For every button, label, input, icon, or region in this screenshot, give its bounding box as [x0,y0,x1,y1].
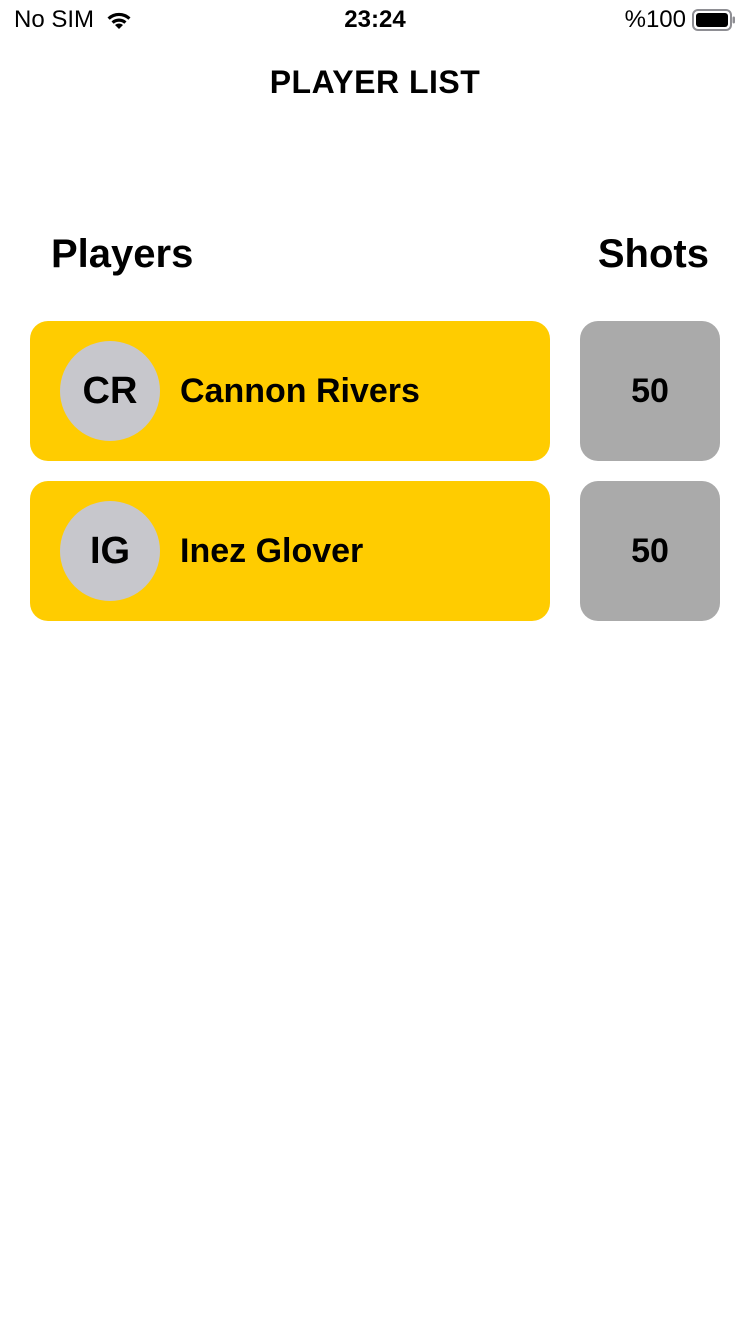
player-row: CR Cannon Rivers 50 [30,321,720,461]
avatar: CR [60,341,160,441]
player-card[interactable]: CR Cannon Rivers [30,321,550,461]
shots-count[interactable]: 50 [580,481,720,621]
status-bar: No SIM 23:24 %100 [0,0,750,40]
player-card[interactable]: IG Inez Glover [30,481,550,621]
player-list: CR Cannon Rivers 50 IG Inez Glover 50 [30,321,720,641]
battery-icon [692,9,735,31]
player-name: Inez Glover [180,531,364,570]
player-row: IG Inez Glover 50 [30,481,720,621]
shots-count[interactable]: 50 [580,321,720,461]
shots-column-header: Shots [597,232,709,276]
status-right: %100 [625,6,736,34]
page-title: PLAYER LIST [269,64,481,100]
players-column-header: Players [51,232,194,276]
player-name: Cannon Rivers [180,371,420,410]
battery-percentage: %100 [624,6,686,33]
avatar: IG [60,501,160,601]
